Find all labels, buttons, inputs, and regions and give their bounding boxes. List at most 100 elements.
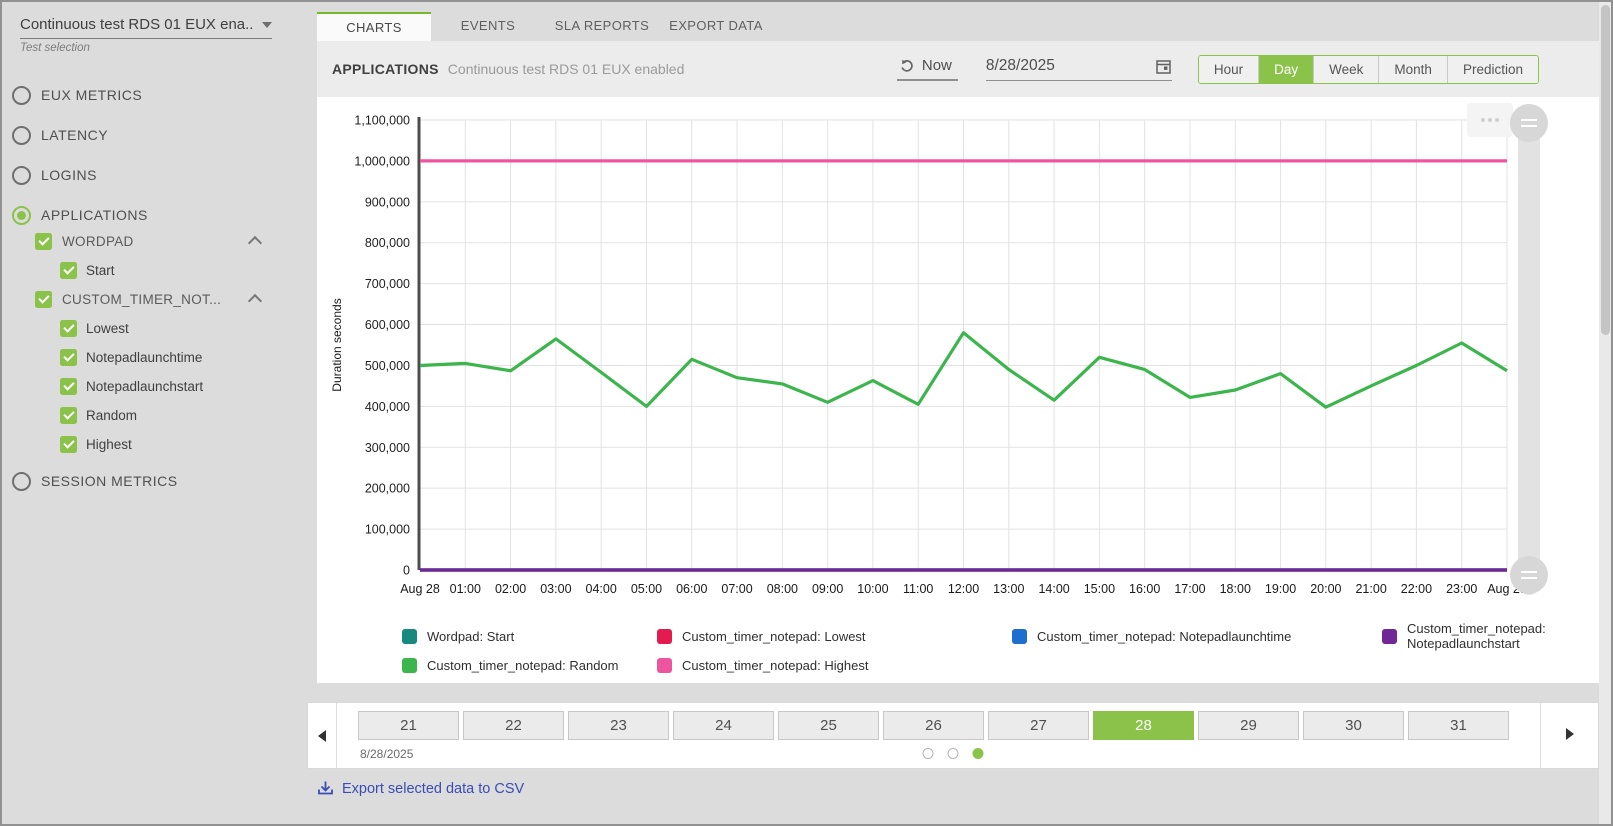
- svg-text:19:00: 19:00: [1265, 582, 1296, 596]
- legend-item-custom-timer-notepad-notepadlaunchstart[interactable]: Custom_timer_notepad: Notepadlaunchstart: [1382, 621, 1599, 651]
- chart-zoom-slider-track[interactable]: [1518, 109, 1540, 595]
- svg-text:300,000: 300,000: [365, 441, 410, 455]
- range-button-hour[interactable]: Hour: [1199, 56, 1258, 83]
- checkbox-checked-icon[interactable]: [35, 291, 52, 308]
- date-input[interactable]: 8/28/2025: [986, 57, 1172, 81]
- sidebar-radio-session-metrics[interactable]: SESSION METRICS: [12, 469, 292, 493]
- day-button-21[interactable]: 21: [358, 711, 459, 740]
- radio-label: EUX METRICS: [41, 87, 142, 103]
- application-groups: WORDPAD Start CUSTOM_TIMER_NOT... Lowest Not…: [12, 230, 292, 455]
- radio-label: APPLICATIONS: [41, 207, 148, 223]
- svg-text:800,000: 800,000: [365, 236, 410, 250]
- legend-item-custom-timer-notepad-highest[interactable]: Custom_timer_notepad: Highest: [657, 658, 1012, 673]
- group-label: CUSTOM_TIMER_NOT...: [62, 292, 221, 307]
- export-csv-link[interactable]: Export selected data to CSV: [317, 780, 524, 797]
- svg-text:15:00: 15:00: [1084, 582, 1115, 596]
- slider-handle-top[interactable]: [1510, 104, 1548, 142]
- legend-item-custom-timer-notepad-lowest[interactable]: Custom_timer_notepad: Lowest: [657, 621, 1012, 651]
- legend-label: Custom_timer_notepad: Notepadlaunchstart: [1407, 621, 1599, 651]
- svg-text:02:00: 02:00: [495, 582, 526, 596]
- day-button-27[interactable]: 27: [988, 711, 1089, 740]
- svg-text:09:00: 09:00: [812, 582, 843, 596]
- svg-text:22:00: 22:00: [1401, 582, 1432, 596]
- svg-text:12:00: 12:00: [948, 582, 979, 596]
- refresh-icon: [899, 58, 915, 74]
- test-selector-dropdown[interactable]: Continuous test RDS 01 EUX ena...: [20, 16, 272, 39]
- refresh-now-button[interactable]: Now: [897, 57, 958, 81]
- sidebar-item-start[interactable]: Start: [60, 259, 292, 281]
- legend-item-wordpad-start[interactable]: Wordpad: Start: [402, 621, 657, 651]
- pagination-dot-3[interactable]: [973, 748, 984, 759]
- export-csv-label: Export selected data to CSV: [342, 781, 524, 797]
- radio-icon: [12, 126, 31, 145]
- pagination-dot-1[interactable]: [923, 748, 934, 759]
- checkbox-checked-icon[interactable]: [60, 436, 77, 453]
- sidebar-radio-eux-metrics[interactable]: EUX METRICS: [12, 83, 292, 107]
- svg-text:1,000,000: 1,000,000: [354, 154, 410, 168]
- page-subtitle: Continuous test RDS 01 EUX enabled: [448, 61, 685, 77]
- day-button-22[interactable]: 22: [463, 711, 564, 740]
- day-button-26[interactable]: 26: [883, 711, 984, 740]
- tab-sla-reports[interactable]: SLA REPORTS: [545, 12, 659, 41]
- slider-handle-bottom[interactable]: [1510, 556, 1548, 594]
- sidebar-radio-logins[interactable]: LOGINS: [12, 163, 292, 187]
- range-button-week[interactable]: Week: [1313, 56, 1378, 83]
- tab-events[interactable]: EVENTS: [431, 12, 545, 41]
- scrollbar-thumb[interactable]: [1601, 5, 1610, 335]
- svg-text:04:00: 04:00: [586, 582, 617, 596]
- tab-export-data[interactable]: EXPORT DATA: [659, 12, 773, 41]
- chevron-up-icon[interactable]: [248, 294, 262, 308]
- legend-label: Custom_timer_notepad: Notepadlaunchtime: [1037, 629, 1291, 644]
- day-button-30[interactable]: 30: [1303, 711, 1404, 740]
- pagination-dot-2[interactable]: [948, 748, 959, 759]
- chevron-up-icon[interactable]: [248, 236, 262, 250]
- sidebar: Continuous test RDS 01 EUX ena... Test s…: [2, 2, 302, 824]
- caret-down-icon: [262, 22, 272, 28]
- now-label: Now: [922, 57, 952, 74]
- day-button-23[interactable]: 23: [568, 711, 669, 740]
- svg-text:01:00: 01:00: [450, 582, 481, 596]
- sidebar-item-lowest[interactable]: Lowest: [60, 317, 292, 339]
- sidebar-item-notepadlaunchstart[interactable]: Notepadlaunchstart: [60, 375, 292, 397]
- legend-swatch: [657, 629, 672, 644]
- checkbox-checked-icon[interactable]: [60, 320, 77, 337]
- svg-text:20:00: 20:00: [1310, 582, 1341, 596]
- legend-label: Custom_timer_notepad: Random: [427, 658, 619, 673]
- checkbox-checked-icon[interactable]: [60, 407, 77, 424]
- range-button-prediction[interactable]: Prediction: [1447, 56, 1538, 83]
- legend-item-custom-timer-notepad-random[interactable]: Custom_timer_notepad: Random: [402, 658, 657, 673]
- tab-charts[interactable]: CHARTS: [317, 12, 431, 41]
- checkbox-checked-icon[interactable]: [60, 378, 77, 395]
- timeline-pagination-dots: [923, 748, 984, 759]
- calendar-icon: [1155, 58, 1172, 75]
- app-window: Continuous test RDS 01 EUX ena... Test s…: [0, 0, 1613, 826]
- timeline-prev-button[interactable]: [308, 703, 337, 768]
- range-button-day[interactable]: Day: [1258, 56, 1313, 83]
- metric-label: Notepadlaunchstart: [86, 379, 203, 394]
- svg-text:03:00: 03:00: [540, 582, 571, 596]
- checkbox-checked-icon[interactable]: [60, 349, 77, 366]
- day-button-28[interactable]: 28: [1093, 711, 1194, 740]
- day-button-24[interactable]: 24: [673, 711, 774, 740]
- chart-menu-button[interactable]: [1467, 103, 1513, 137]
- range-button-month[interactable]: Month: [1378, 56, 1447, 83]
- sidebar-item-random[interactable]: Random: [60, 404, 292, 426]
- svg-text:21:00: 21:00: [1355, 582, 1386, 596]
- scrollbar[interactable]: [1599, 2, 1611, 824]
- legend-item-custom-timer-notepad-notepadlaunchtime[interactable]: Custom_timer_notepad: Notepadlaunchtime: [1012, 621, 1382, 651]
- day-button-31[interactable]: 31: [1408, 711, 1509, 740]
- timeline-next-button[interactable]: [1540, 703, 1598, 768]
- sidebar-item-notepadlaunchtime[interactable]: Notepadlaunchtime: [60, 346, 292, 368]
- sidebar-group-wordpad[interactable]: WORDPAD: [35, 230, 292, 252]
- day-button-25[interactable]: 25: [778, 711, 879, 740]
- svg-text:600,000: 600,000: [365, 318, 410, 332]
- checkbox-checked-icon[interactable]: [35, 233, 52, 250]
- download-icon: [317, 780, 334, 797]
- sidebar-group-custom-timer-not[interactable]: CUSTOM_TIMER_NOT...: [35, 288, 292, 310]
- day-button-29[interactable]: 29: [1198, 711, 1299, 740]
- sidebar-radio-latency[interactable]: LATENCY: [12, 123, 292, 147]
- svg-text:0: 0: [403, 564, 410, 578]
- sidebar-item-highest[interactable]: Highest: [60, 433, 292, 455]
- sidebar-radio-applications[interactable]: APPLICATIONS: [12, 203, 292, 227]
- checkbox-checked-icon[interactable]: [60, 262, 77, 279]
